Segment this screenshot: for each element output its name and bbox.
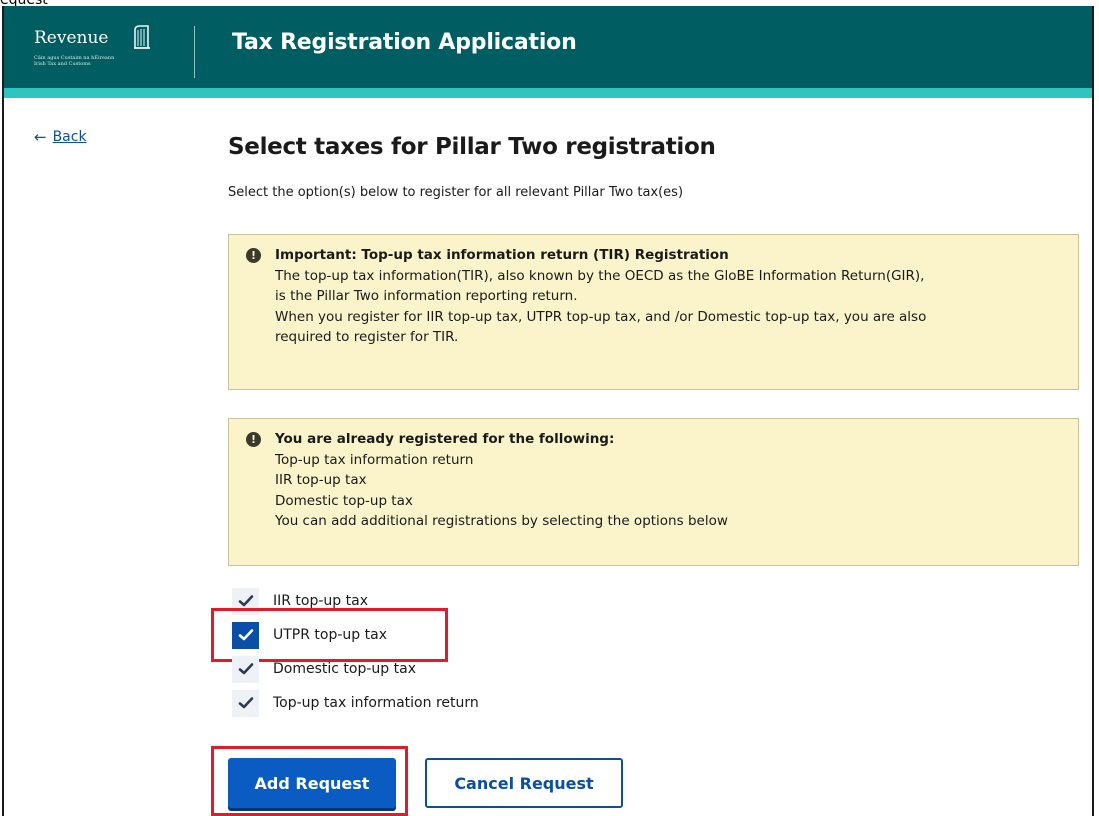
checkmark-icon	[238, 663, 253, 675]
revenue-logo[interactable]: Revenue Cáin agus Custaim na hÉireann Ir…	[34, 24, 184, 84]
registered-notice: ! You are already registered for the fol…	[228, 418, 1079, 566]
page-title: Select taxes for Pillar Two registration	[228, 134, 716, 160]
option-label[interactable]: UTPR top-up tax	[273, 627, 387, 643]
logo-wordmark: Revenue	[34, 28, 109, 48]
header-divider	[194, 26, 195, 78]
checkmark-icon	[238, 697, 253, 709]
option-label: IIR top-up tax	[273, 593, 368, 609]
notice-title: You are already registered for the follo…	[275, 431, 615, 447]
app-header: Revenue Cáin agus Custaim na hÉireann Ir…	[4, 6, 1092, 88]
option-label: Domestic top-up tax	[273, 661, 416, 677]
checkbox-utpr-top-up-tax[interactable]	[232, 621, 259, 649]
option-label: Top-up tax information return	[273, 695, 479, 711]
logo-subtitle-english: Irish Tax and Customs	[34, 61, 91, 67]
option-domestic-top-up-tax: Domestic top-up tax	[228, 652, 479, 686]
option-iir-top-up-tax: IIR top-up tax	[228, 584, 479, 618]
notice-title: Important: Top-up tax information return…	[275, 247, 729, 263]
option-utpr-top-up-tax[interactable]: UTPR top-up tax	[211, 608, 479, 662]
frame-border-left	[2, 6, 4, 816]
header-accent-stripe	[4, 88, 1092, 98]
important-notice: ! Important: Top-up tax information retu…	[228, 234, 1079, 390]
app-title: Tax Registration Application	[232, 30, 577, 55]
notice-line: is the Pillar Two information reporting …	[275, 288, 578, 304]
notice-line: When you register for IIR top-up tax, UT…	[275, 308, 927, 325]
notice-line: You can add additional registrations by …	[275, 513, 728, 529]
harp-icon	[132, 24, 152, 50]
tax-options-group: IIR top-up tax UTPR top-up tax Domestic …	[211, 584, 479, 720]
notice-line: The top-up tax information(TIR), also kn…	[275, 267, 925, 284]
add-request-button[interactable]: Add Request	[228, 758, 396, 808]
back-link-label: Back	[52, 129, 87, 145]
checkmark-icon	[238, 629, 253, 641]
registered-item: Top-up tax information return	[275, 451, 474, 468]
checkbox-domestic-top-up-tax	[232, 655, 259, 683]
checkmark-icon	[238, 595, 253, 607]
arrow-left-icon: ←	[34, 128, 47, 146]
intro-text: Select the option(s) below to register f…	[228, 185, 684, 200]
registered-item: Domestic top-up tax	[275, 492, 413, 509]
option-top-up-tax-information-return: Top-up tax information return	[228, 686, 479, 720]
checkbox-top-up-tax-information-return	[232, 689, 259, 717]
checkbox-iir-top-up-tax	[232, 587, 259, 615]
exclamation-circle-icon: !	[246, 248, 261, 263]
cancel-request-button[interactable]: Cancel Request	[425, 758, 623, 808]
frame-border-right	[1092, 6, 1094, 816]
back-link[interactable]: ← Back	[34, 128, 87, 146]
notice-line: required to register for TIR.	[275, 329, 459, 345]
registered-item: IIR top-up tax	[275, 472, 367, 488]
exclamation-circle-icon: !	[246, 432, 261, 447]
